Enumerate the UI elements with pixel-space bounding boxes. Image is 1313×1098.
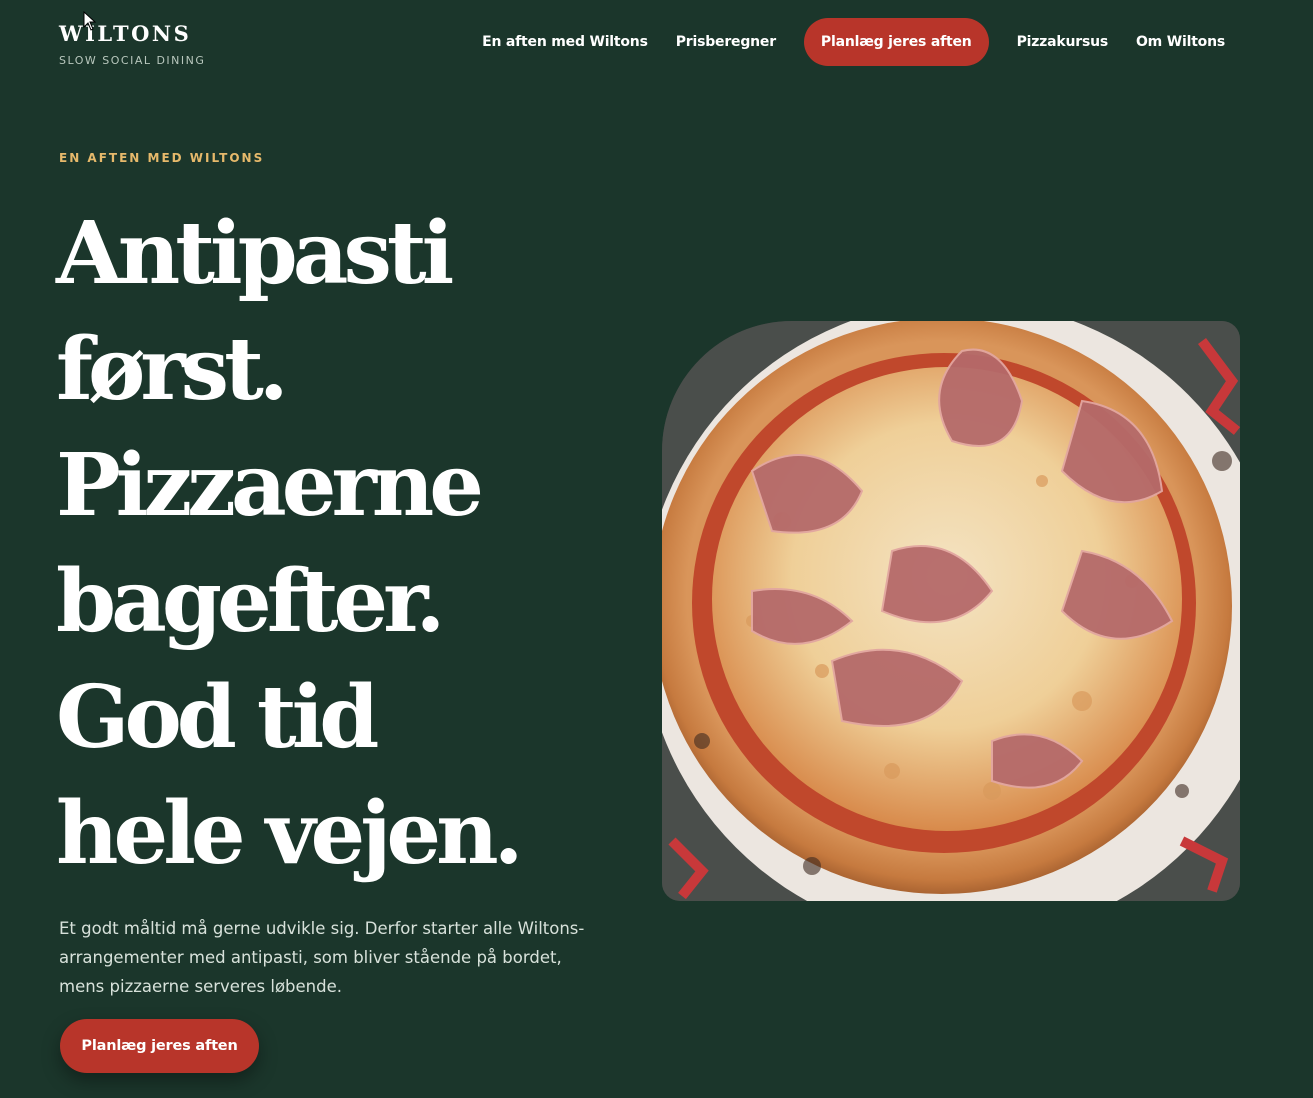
headline-line: hele vejen. xyxy=(56,783,524,884)
headline-line: Antipasti xyxy=(56,203,454,304)
plan-evening-button[interactable]: Planlæg jeres aften xyxy=(60,1019,259,1073)
brand-name: WILTONS xyxy=(59,21,192,46)
nav-item-pizzakursus[interactable]: Pizzakursus xyxy=(1003,18,1122,66)
headline-line: først. xyxy=(56,319,289,420)
headline-line: Pizzaerne xyxy=(56,435,484,536)
nav-item-en-aften[interactable]: En aften med Wiltons xyxy=(468,18,662,66)
mouse-cursor-icon xyxy=(83,11,97,31)
brand-tagline: SLOW SOCIAL DINING xyxy=(59,54,206,67)
brand-logo[interactable]: WILTONS SLOW SOCIAL DINING xyxy=(59,21,206,68)
pizza-illustration xyxy=(662,321,1240,901)
headline-line: God tid xyxy=(56,667,379,768)
nav-item-om-wiltons[interactable]: Om Wiltons xyxy=(1122,18,1239,66)
hero-headline: Antipasti først. Pizzaerne bagefter. God… xyxy=(56,196,656,892)
headline-line: bagefter. xyxy=(56,551,446,652)
hero-intro: Et godt måltid må gerne udvikle sig. Der… xyxy=(59,919,585,996)
page: WILTONS SLOW SOCIAL DINING En aften med … xyxy=(0,0,1313,1098)
nav-cta-planlaeg[interactable]: Planlæg jeres aften xyxy=(803,18,989,66)
main-nav: En aften med Wiltons Prisberegner Planlæ… xyxy=(468,18,1239,66)
nav-item-prisberegner[interactable]: Prisberegner xyxy=(662,18,790,66)
hero-eyebrow: EN AFTEN MED WILTONS xyxy=(59,151,265,165)
pizza-image xyxy=(662,321,1240,901)
